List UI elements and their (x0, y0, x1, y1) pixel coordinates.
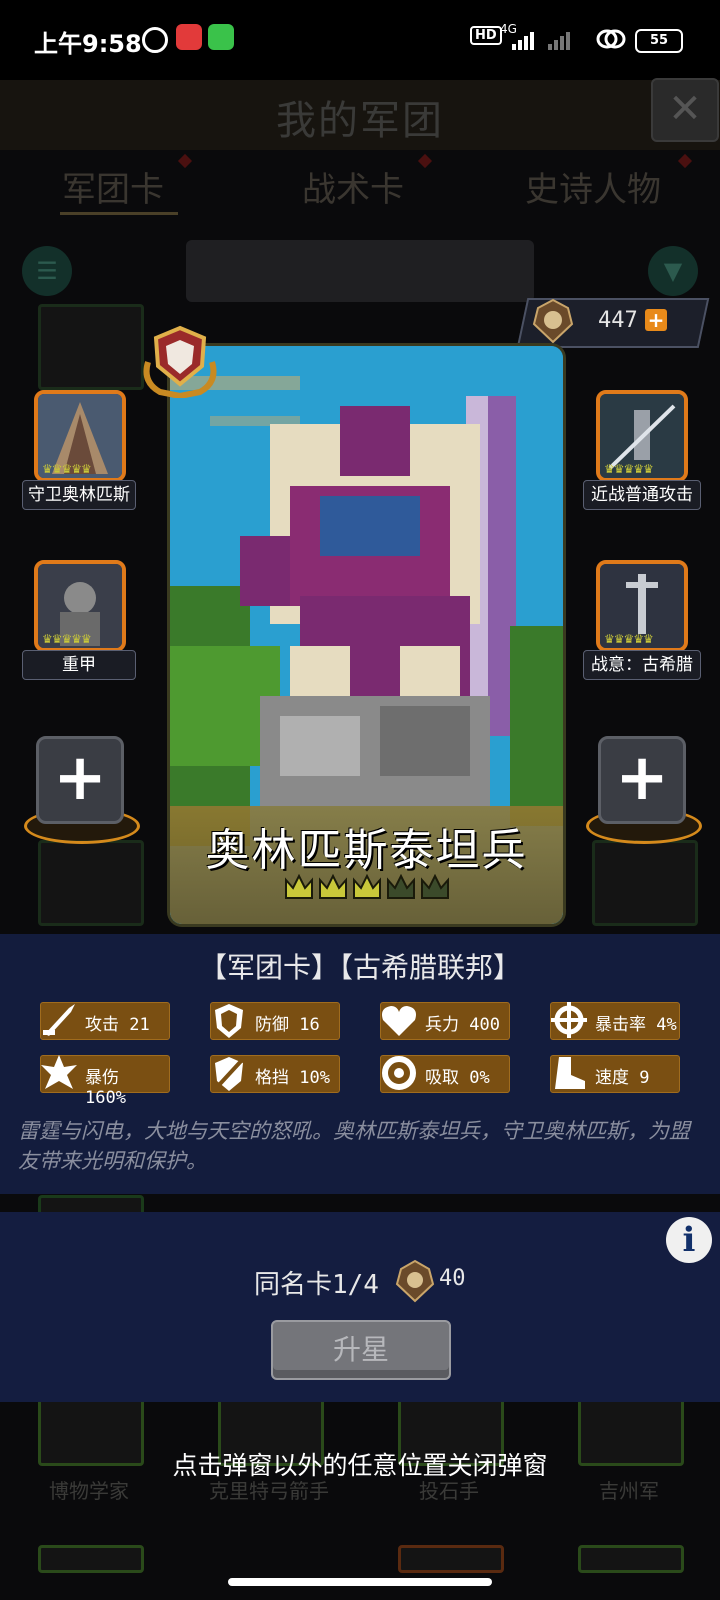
stat-value: 兵力 400 (425, 1015, 500, 1035)
stat-chip: 格挡 10% (210, 1055, 340, 1093)
tab-alert-dot (177, 153, 193, 169)
stat-value: 暴伤 160% (85, 1068, 126, 1108)
hd-badge: HD (470, 26, 502, 45)
upgrade-cost: 40 (439, 1266, 466, 1291)
skill-slot[interactable]: ♛♛♛♛♛ (596, 560, 688, 652)
card-description: 雷霆与闪电，大地与天空的怒吼。奥林匹斯泰坦兵，守卫奥林匹斯，为盟友带来光明和保护… (18, 1119, 690, 1173)
list-icon[interactable]: ☰ (22, 246, 72, 296)
star-up-button[interactable]: 升星 (271, 1320, 451, 1380)
sword-icon (43, 1004, 75, 1036)
bg-card (38, 1545, 144, 1573)
filter-icon[interactable]: ▼ (648, 246, 698, 296)
wechat-notification-icon (208, 24, 234, 50)
tab-tactic-cards[interactable]: 战术卡 (302, 162, 404, 211)
close-button[interactable]: ✕ (651, 78, 719, 142)
legion-card: 奥林匹斯泰坦兵 (170, 346, 563, 924)
slot-stars: ♛♛♛♛♛ (42, 462, 92, 476)
skill-slot[interactable]: ♛♛♛♛♛ (596, 390, 688, 482)
card-star-rating (284, 873, 454, 904)
page-title: 我的军团 (276, 98, 444, 144)
tab-epic-characters[interactable]: 史诗人物 (525, 162, 661, 211)
slot-label: 战意：古希腊 (583, 650, 701, 680)
stat-chip: 兵力 400 (380, 1002, 510, 1040)
burst-icon (41, 1055, 77, 1089)
bg-card (578, 1545, 684, 1573)
star-filled-icon (318, 873, 348, 900)
star-filled-icon (352, 873, 382, 900)
stat-chip: 攻击 21 (40, 1002, 170, 1040)
same-card-count: 同名卡1/4 (254, 1270, 379, 1300)
bg-card (592, 840, 698, 926)
star-filled-icon (284, 873, 314, 900)
info-icon[interactable]: i (666, 1217, 712, 1263)
add-currency-button[interactable]: + (645, 309, 667, 331)
stat-chip: 防御 16 (210, 1002, 340, 1040)
currency-value: 447 (598, 308, 638, 333)
boot-icon (555, 1057, 585, 1089)
heart-icon (382, 1006, 416, 1036)
stat-chip: 暴伤 160% (40, 1055, 170, 1108)
alarm-icon (142, 27, 168, 53)
shield-icon (215, 1004, 243, 1038)
skill-slot[interactable]: ♛♛♛♛♛ (34, 390, 126, 482)
stat-chip: 速度 9 (550, 1055, 680, 1093)
stat-value: 速度 9 (595, 1068, 650, 1088)
stat-value: 防御 16 (255, 1015, 320, 1035)
stat-chip: 吸取 0% (380, 1055, 510, 1093)
slot-stars: ♛♛♛♛♛ (604, 462, 654, 476)
star-empty-icon (420, 873, 450, 900)
star-empty-icon (386, 873, 416, 900)
card-faction: 【军团卡】【古希腊联邦】 (198, 951, 521, 984)
status-time: 上午9:58 (34, 30, 142, 58)
tab-legion-cards[interactable]: 军团卡 (62, 162, 164, 211)
tab-alert-dot (677, 153, 693, 169)
stat-value: 攻击 21 (85, 1015, 150, 1035)
slot-label: 重甲 (22, 650, 136, 680)
add-skill-button[interactable]: + (598, 736, 686, 824)
search-input[interactable] (186, 240, 534, 302)
legion-crest-icon (395, 1259, 435, 1303)
slot-stars: ♛♛♛♛♛ (42, 632, 92, 646)
tab-underline (60, 212, 178, 215)
slot-label: 守卫奥林匹斯 (22, 480, 136, 510)
bg-card (398, 1545, 504, 1573)
battery-icon: 55 (635, 29, 683, 53)
close-hint: 点击弹窗以外的任意位置关闭弹窗 (172, 1451, 548, 1480)
card-name: 奥林匹斯泰坦兵 (205, 825, 528, 876)
stat-chip: 暴击率 4% (550, 1002, 680, 1040)
legion-crest-icon (532, 298, 574, 344)
absorb-icon (382, 1056, 416, 1090)
bg-card (38, 304, 144, 390)
add-skill-button[interactable]: + (36, 736, 124, 824)
parry-shield-icon (215, 1057, 245, 1091)
signal-icon (512, 32, 570, 50)
stat-value: 格挡 10% (255, 1068, 330, 1088)
stat-value: 吸取 0% (425, 1068, 490, 1088)
slot-label: 近战普通攻击 (583, 480, 701, 510)
home-indicator[interactable] (228, 1578, 492, 1586)
crosshair-icon (551, 1002, 587, 1038)
skill-slot[interactable]: ♛♛♛♛♛ (34, 560, 126, 652)
link-icon (596, 29, 626, 49)
bg-card (38, 840, 144, 926)
tab-alert-dot (417, 153, 433, 169)
slot-stars: ♛♛♛♛♛ (604, 632, 654, 646)
app-notification-icon (176, 24, 202, 50)
stat-value: 暴击率 4% (595, 1015, 677, 1035)
rank-badge-icon (143, 325, 217, 398)
